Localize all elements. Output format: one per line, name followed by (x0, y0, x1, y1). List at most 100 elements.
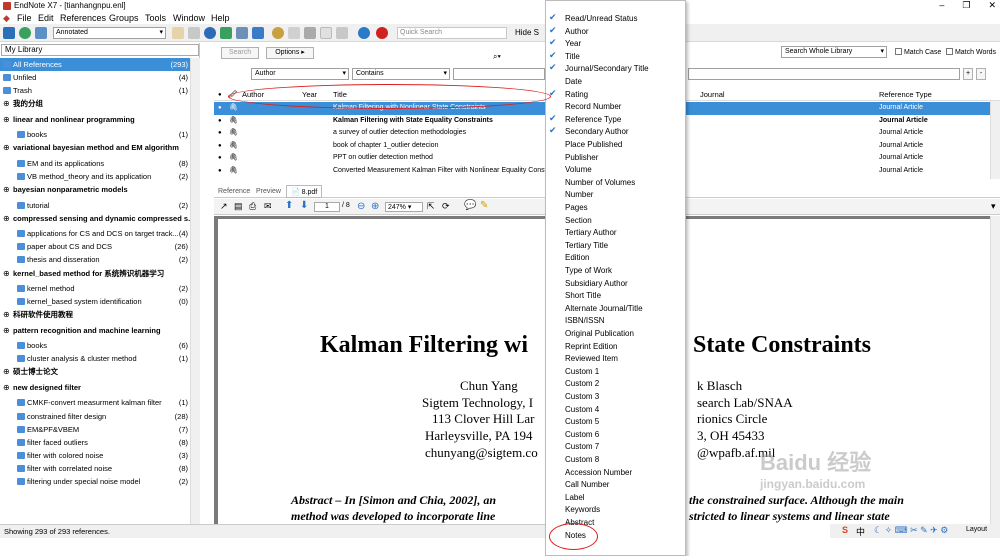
column-option-pages[interactable]: Pages (565, 203, 588, 212)
read-status-dot-icon[interactable]: ● (218, 102, 222, 115)
add-search-row-button[interactable]: + (963, 68, 973, 80)
column-option-journal-secondary-title[interactable]: Journal/Secondary Title (565, 64, 649, 73)
column-option-custom-8[interactable]: Custom 8 (565, 455, 599, 464)
column-option-custom-6[interactable]: Custom 6 (565, 430, 599, 439)
sticky-note-icon[interactable]: 💬 (464, 200, 476, 211)
column-option-custom-7[interactable]: Custom 7 (565, 442, 599, 451)
reference-type-column-header[interactable]: Reference Type (879, 89, 932, 101)
export-icon[interactable] (252, 27, 264, 39)
search-icon[interactable]: ⌕▾ (493, 52, 501, 62)
group-item[interactable]: constrained filter design (28) (0, 410, 200, 423)
column-option-rating[interactable]: Rating (565, 90, 588, 99)
group-set-header[interactable]: ⊕ 我的分组 (0, 97, 200, 110)
column-option-reference-type[interactable]: Reference Type (565, 115, 621, 124)
match-words-checkbox[interactable]: Match Words (946, 48, 996, 56)
group-item[interactable]: filter with colored noise (3) (0, 449, 200, 462)
expand-icon[interactable]: ⊕ (3, 113, 10, 126)
find-full-text-icon[interactable] (220, 27, 232, 39)
expand-icon[interactable]: ⊕ (3, 183, 10, 196)
expand-icon[interactable]: ⊕ (3, 97, 10, 110)
tab-preview[interactable]: Preview (256, 185, 281, 198)
tab-reference[interactable]: Reference (218, 185, 250, 198)
column-option-read-unread-status[interactable]: Read/Unread Status (565, 14, 638, 23)
column-option-year[interactable]: Year (565, 39, 581, 48)
expand-icon[interactable]: ⊕ (3, 212, 10, 225)
column-option-section[interactable]: Section (565, 216, 592, 225)
app-menu-icon[interactable]: ◆ (3, 13, 10, 24)
format-bibliography-icon[interactable] (188, 27, 200, 39)
menu-edit[interactable]: Edit (38, 13, 54, 23)
column-option-volume[interactable]: Volume (565, 165, 592, 174)
remove-search-row-button[interactable]: - (976, 68, 986, 80)
column-option-reprint-edition[interactable]: Reprint Edition (565, 342, 617, 351)
help-icon[interactable] (376, 27, 388, 39)
expand-icon[interactable]: ⊕ (3, 324, 10, 337)
new-reference-icon[interactable] (304, 27, 316, 39)
group-item[interactable]: EM&PF&VBEM (7) (0, 423, 200, 436)
group-item[interactable]: filter with correlated noise (8) (0, 462, 200, 475)
expand-icon[interactable]: ⊕ (3, 141, 10, 154)
group-item[interactable]: applications for CS and DCS on target tr… (0, 227, 200, 240)
menu-file[interactable]: File (17, 13, 32, 23)
column-option-type-of-work[interactable]: Type of Work (565, 266, 612, 275)
tray-tools-icons[interactable]: ☾ ✧ ⌨ ✂ ✎ ✈ ⚙ (874, 525, 948, 536)
group-item[interactable]: VB method_theory and its application (2) (0, 170, 200, 183)
menu-references[interactable]: References (60, 13, 106, 23)
column-option-secondary-author[interactable]: Secondary Author (565, 127, 629, 136)
library-item[interactable]: All References (293) (0, 58, 200, 71)
search-button[interactable]: Search (221, 47, 259, 59)
group-item[interactable]: books (1) (0, 128, 200, 141)
expand-icon[interactable]: ⊕ (3, 267, 10, 280)
group-item[interactable]: filtering under special noise model (2) (0, 475, 200, 488)
journal-column-header[interactable]: Journal (700, 89, 725, 101)
column-option-original-publication[interactable]: Original Publication (565, 329, 634, 338)
group-item[interactable]: cluster analysis & cluster method (1) (0, 352, 200, 365)
menu-tools[interactable]: Tools (145, 13, 166, 23)
integrated-library-icon[interactable] (35, 27, 47, 39)
local-library-icon[interactable] (3, 27, 15, 39)
groups-scrollbar[interactable] (190, 58, 200, 524)
column-option-keywords[interactable]: Keywords (565, 505, 600, 514)
read-status-dot-icon[interactable]: ● (218, 140, 222, 153)
read-status-dot-icon[interactable]: ● (218, 152, 222, 165)
sogou-ime-icon[interactable]: S (842, 525, 848, 535)
menu-groups[interactable]: Groups (109, 13, 139, 23)
column-option-isbn-issn[interactable]: ISBN/ISSN (565, 316, 605, 325)
tab-pdf[interactable]: 📄 8.pdf (286, 185, 323, 198)
read-status-dot-icon[interactable]: ● (218, 165, 222, 178)
column-option-short-title[interactable]: Short Title (565, 291, 601, 300)
page-number-input[interactable]: 1 (314, 202, 340, 212)
online-search-icon[interactable] (19, 27, 31, 39)
column-option-call-number[interactable]: Call Number (565, 480, 609, 489)
group-set-header[interactable]: ⊕ 科研软件使用教程 (0, 308, 200, 321)
page-up-icon[interactable]: ⬆ (285, 200, 293, 211)
hide-search-button[interactable]: Hide S (515, 28, 539, 37)
group-item[interactable]: kernel_based system identification (0) (0, 295, 200, 308)
group-set-header[interactable]: ⊕ kernel_based method for 系统辨识机器学习 (0, 267, 200, 280)
column-option-tertiary-author[interactable]: Tertiary Author (565, 228, 617, 237)
page-down-icon[interactable]: ⬇ (300, 200, 308, 211)
search-term-input-right[interactable] (688, 68, 960, 80)
print-icon[interactable]: ⎙ (249, 201, 256, 212)
open-file-icon[interactable] (288, 27, 300, 39)
column-option-custom-3[interactable]: Custom 3 (565, 392, 599, 401)
ime-language-indicator[interactable]: 中 (856, 525, 865, 538)
match-case-checkbox[interactable]: Match Case (895, 48, 941, 56)
expand-icon[interactable]: ⊕ (3, 365, 10, 378)
search-field-select[interactable]: Author ▾ (251, 68, 349, 80)
save-pdf-icon[interactable]: ▤ (234, 201, 243, 212)
column-option-label[interactable]: Label (565, 493, 585, 502)
fit-page-icon[interactable]: ⇱ (427, 201, 435, 212)
zoom-in-icon[interactable]: ⊕ (371, 201, 379, 212)
column-option-publisher[interactable]: Publisher (565, 153, 598, 162)
highlighter-icon[interactable]: ✎ (480, 200, 488, 211)
column-option-author[interactable]: Author (565, 27, 589, 36)
read-status-dot-icon[interactable]: ● (218, 115, 222, 128)
email-icon[interactable]: ✉ (264, 201, 272, 212)
group-item[interactable]: EM and its applications (8) (0, 157, 200, 170)
column-option-record-number[interactable]: Record Number (565, 102, 621, 111)
column-option-number[interactable]: Number (565, 190, 593, 199)
options-button[interactable]: Options ▸ (266, 47, 314, 59)
share-icon[interactable] (358, 27, 370, 39)
group-item[interactable]: tutorial (2) (0, 199, 200, 212)
